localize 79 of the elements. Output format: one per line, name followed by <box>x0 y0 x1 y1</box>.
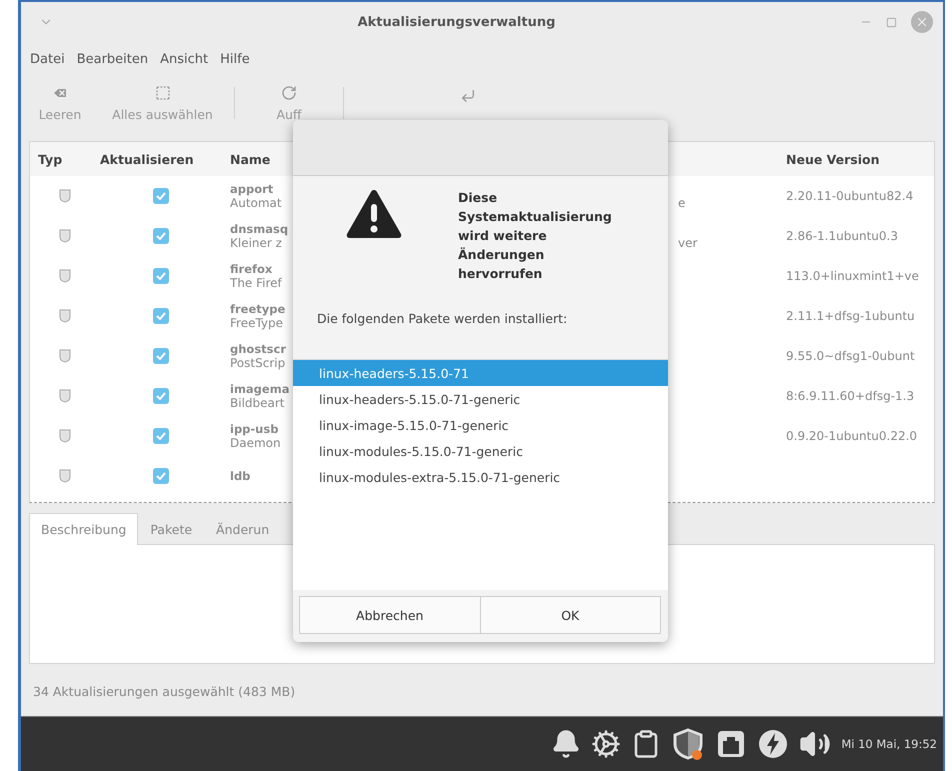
package-description: e <box>678 196 686 210</box>
package-description: Kleiner z <box>230 236 282 250</box>
shield-icon <box>59 189 71 203</box>
version-text: 2.86-1.1ubuntu0.3 <box>786 229 898 243</box>
update-checkbox[interactable] <box>153 468 169 484</box>
return-arrow-icon <box>460 88 476 104</box>
checkmark-icon <box>156 192 166 200</box>
package-description: PostScrip <box>230 356 286 370</box>
version-text: 2.20.11-0ubuntu82.4 <box>786 189 914 203</box>
package-description: Daemon <box>230 436 281 450</box>
package-name: dnsmasq <box>230 222 288 236</box>
shield-icon[interactable] <box>671 727 706 761</box>
close-icon <box>915 15 929 29</box>
checkmark-icon <box>156 472 166 480</box>
menu-item[interactable]: Bearbeiten <box>72 50 154 69</box>
package-list-item[interactable]: linux-image-5.15.0-71-generic <box>293 412 668 438</box>
shield-icon <box>59 309 71 323</box>
dashed-square-icon <box>154 84 170 100</box>
update-checkbox[interactable] <box>153 268 169 284</box>
package-description: Bildbeart <box>230 396 285 410</box>
tab[interactable]: Beschreibung <box>29 513 138 545</box>
package-description: FreeType <box>230 316 284 330</box>
column-header[interactable]: Aktualisieren <box>92 142 222 176</box>
update-checkbox[interactable] <box>153 348 169 364</box>
package-description: The Firef <box>230 276 282 290</box>
package-name: freetype <box>230 302 286 316</box>
menu-item[interactable]: Datei <box>25 50 70 69</box>
package-description: Automat <box>230 196 282 210</box>
package-name: firefox <box>230 262 272 276</box>
warning-icon <box>345 188 403 240</box>
update-checkbox[interactable] <box>153 388 169 404</box>
bell-icon[interactable] <box>551 729 582 759</box>
update-checkbox[interactable] <box>153 308 169 324</box>
shield-icon <box>59 429 71 443</box>
menu-item[interactable]: Ansicht <box>155 50 214 69</box>
maximize-button[interactable] <box>886 16 897 28</box>
checkmark-icon <box>156 312 166 320</box>
update-checkbox[interactable] <box>153 228 169 244</box>
package-name: apport <box>230 182 274 196</box>
column-header[interactable]: Typ <box>30 142 92 176</box>
window-title: Aktualisierungsverwaltung <box>356 14 556 30</box>
package-name: ipp-usb <box>230 422 278 436</box>
clock[interactable]: Mi 10 Mai, 19:52 <box>841 737 937 751</box>
package-list-item[interactable]: linux-headers-5.15.0-71-generic <box>293 386 668 412</box>
version-text: 0.9.20-1ubuntu0.22.0 <box>786 429 918 443</box>
update-checkbox[interactable] <box>153 428 169 444</box>
status-text: 34 Aktualisierungen ausgewählt (483 MB) <box>32 683 296 701</box>
dialog-button[interactable]: OK <box>480 596 661 634</box>
version-text: 8:6.9.11.60+dfsg-1.3 <box>786 389 914 403</box>
package-list-item[interactable]: linux-modules-5.15.0-71-generic <box>293 438 668 464</box>
version-text: 113.0+linuxmint1+ve <box>786 269 919 283</box>
close-button[interactable] <box>911 11 933 33</box>
checkmark-icon <box>156 352 166 360</box>
maximize-icon <box>886 16 897 28</box>
lightning-icon[interactable] <box>757 728 790 760</box>
dialog-title: Diese Systemaktualisierung wird weitere Änderungen hervorrufen <box>458 189 613 283</box>
shield-icon <box>59 469 71 483</box>
package-name: imagema <box>230 382 290 396</box>
dialog-message: Die folgenden Pakete werden installiert: <box>316 310 568 328</box>
shield-icon <box>59 349 71 363</box>
package-list-item[interactable]: linux-modules-extra-5.15.0-71-generic <box>293 464 668 490</box>
shield-icon <box>59 229 71 243</box>
shield-icon <box>59 389 71 403</box>
version-text: 9.55.0~dfsg1-0ubunt <box>786 349 915 363</box>
refresh-icon <box>281 84 297 100</box>
checkmark-icon <box>156 432 166 440</box>
checkmark-icon <box>156 232 166 240</box>
package-description: ver <box>678 236 698 250</box>
gears-icon[interactable] <box>591 729 622 759</box>
checkmark-icon <box>156 272 166 280</box>
shield-icon <box>59 269 71 283</box>
column-header[interactable]: Neue Version <box>778 142 934 176</box>
version-text: 2.11.1+dfsg-1ubuntu <box>786 309 915 323</box>
menu-item[interactable]: Hilfe <box>215 50 255 69</box>
package-name: ldb <box>230 469 250 483</box>
package-name: ghostscr <box>230 342 286 356</box>
update-checkbox[interactable] <box>153 188 169 204</box>
checkmark-icon <box>156 392 166 400</box>
dialog-button[interactable]: Abbrechen <box>299 596 480 634</box>
